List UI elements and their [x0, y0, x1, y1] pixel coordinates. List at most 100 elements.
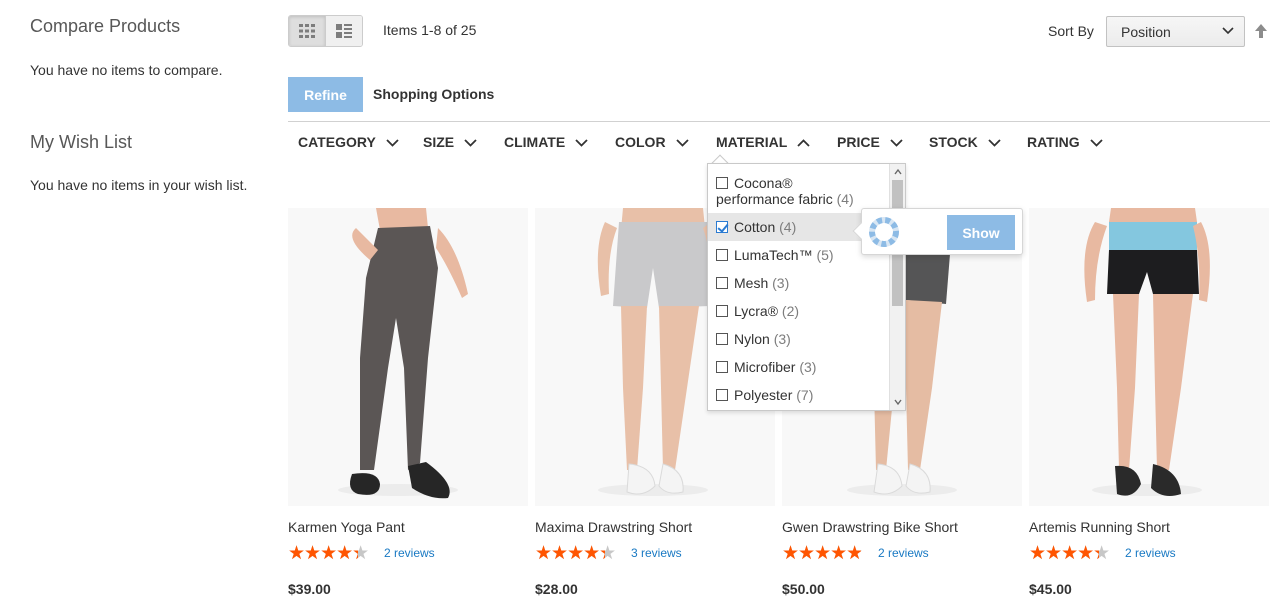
product-image[interactable]: [1029, 208, 1269, 506]
grid-view-button[interactable]: [289, 16, 325, 46]
sort-by-label: Sort By: [1048, 23, 1094, 39]
product-price: $50.00: [782, 581, 825, 597]
material-option-lycra[interactable]: Lycra® (2): [716, 303, 799, 319]
scroll-up-icon[interactable]: [893, 167, 903, 177]
checkbox[interactable]: [716, 389, 728, 401]
chevron-down-icon: [890, 139, 903, 147]
option-label: Cocona®: [734, 175, 793, 191]
option-count: (4): [836, 191, 854, 207]
product-price: $28.00: [535, 581, 578, 597]
product-rating: ★★★★★ ★★★★★ 3 reviews: [535, 544, 682, 562]
filter-tab-label: MATERIAL: [716, 134, 788, 150]
star-icons-filled: ★★★★★: [288, 544, 358, 562]
option-label: Nylon: [734, 331, 770, 347]
refine-button[interactable]: Refine: [288, 77, 363, 112]
option-count: (3): [772, 275, 790, 291]
chevron-down-icon: [675, 139, 689, 147]
list-view-icon: [336, 24, 352, 38]
checkbox[interactable]: [716, 177, 728, 189]
loading-spinner-icon: [869, 217, 899, 247]
arrow-up-icon[interactable]: [1254, 23, 1268, 39]
rating-stars: ★★★★★ ★★★★★: [288, 544, 376, 562]
product-photo: [1084, 208, 1210, 496]
option-label: Lycra®: [734, 303, 779, 319]
product-price: $45.00: [1029, 581, 1072, 597]
option-label: Mesh: [734, 275, 769, 291]
checkbox[interactable]: [716, 333, 728, 345]
material-option-lumatech[interactable]: LumaTech™ (5): [716, 247, 834, 263]
filter-tab-label: COLOR: [615, 134, 666, 150]
material-option-nylon[interactable]: Nylon (3): [716, 331, 791, 347]
filter-tab-label: SIZE: [423, 134, 455, 150]
sort-by-value: Position: [1121, 24, 1171, 40]
reviews-link[interactable]: 2 reviews: [384, 546, 435, 560]
filter-tab-label: PRICE: [837, 134, 880, 150]
option-label: Cotton: [734, 219, 776, 235]
filter-tab-rating[interactable]: RATING: [1027, 134, 1103, 150]
checkbox[interactable]: [716, 277, 728, 289]
option-label: Polyester: [734, 387, 793, 403]
material-option-microfiber[interactable]: Microfiber (3): [716, 359, 816, 375]
list-view-button[interactable]: [325, 16, 362, 46]
filter-tab-category[interactable]: CATEGORY: [298, 134, 399, 150]
filter-tab-size[interactable]: SIZE: [423, 134, 477, 150]
filter-divider: [288, 121, 1270, 122]
filter-tab-label: STOCK: [929, 134, 978, 150]
product-name-link[interactable]: Karmen Yoga Pant: [288, 519, 405, 535]
rating-stars: ★★★★★ ★★★★★: [782, 544, 870, 562]
scroll-down-icon[interactable]: [893, 397, 903, 407]
wishlist-empty-message: You have no items in your wish list.: [30, 177, 248, 193]
filter-tab-price[interactable]: PRICE: [837, 134, 903, 150]
product-name-link[interactable]: Maxima Drawstring Short: [535, 519, 692, 535]
star-icons-filled: ★★★★★: [1029, 544, 1099, 562]
option-count: (7): [796, 387, 814, 403]
filter-tab-label: CLIMATE: [504, 134, 566, 150]
checkbox[interactable]: [716, 249, 728, 261]
chevron-down-icon: [575, 139, 588, 147]
material-option-cocona[interactable]: Cocona® performance fabric (4): [716, 175, 854, 207]
compare-products-title: Compare Products: [30, 16, 181, 36]
view-mode-switcher: [288, 15, 363, 47]
product-name-link[interactable]: Gwen Drawstring Bike Short: [782, 519, 958, 535]
filter-tab-material[interactable]: MATERIAL: [716, 134, 810, 150]
product-item: Artemis Running Short ★★★★★ ★★★★★ 2 revi…: [1029, 208, 1269, 597]
checkbox[interactable]: [716, 361, 728, 373]
filter-tab-color[interactable]: COLOR: [615, 134, 689, 150]
filter-tab-label: CATEGORY: [298, 134, 376, 150]
material-option-polyester[interactable]: Polyester (7): [716, 387, 813, 403]
filter-tab-label: RATING: [1027, 134, 1080, 150]
chevron-down-icon: [1222, 27, 1234, 35]
product-price: $39.00: [288, 581, 331, 597]
material-filter-dropdown[interactable]: Cocona® performance fabric (4) Cotton (4…: [707, 163, 906, 411]
option-label-continued: performance fabric: [716, 191, 833, 207]
checkbox-checked[interactable]: [716, 221, 728, 233]
product-rating: ★★★★★ ★★★★★ 2 reviews: [288, 544, 435, 562]
apply-filter-popup: Show: [861, 208, 1023, 255]
product-photo: [338, 208, 468, 499]
option-count: (5): [816, 247, 834, 263]
compare-empty-message: You have no items to compare.: [30, 62, 223, 78]
chevron-down-icon: [464, 139, 477, 147]
reviews-link[interactable]: 2 reviews: [878, 546, 929, 560]
material-option-mesh[interactable]: Mesh (3): [716, 275, 789, 291]
option-label: Microfiber: [734, 359, 796, 375]
rating-stars: ★★★★★ ★★★★★: [1029, 544, 1117, 562]
option-count: (3): [773, 331, 791, 347]
reviews-link[interactable]: 2 reviews: [1125, 546, 1176, 560]
option-count: (2): [781, 303, 800, 319]
rating-stars: ★★★★★ ★★★★★: [535, 544, 623, 562]
dropdown-scrollbar[interactable]: [889, 164, 905, 410]
product-item: Karmen Yoga Pant ★★★★★ ★★★★★ 2 reviews $…: [288, 208, 528, 597]
product-image[interactable]: [288, 208, 528, 506]
filter-tab-stock[interactable]: STOCK: [929, 134, 1001, 150]
toolbar-amount: Items 1-8 of 25: [383, 22, 477, 38]
filter-tab-climate[interactable]: CLIMATE: [504, 134, 588, 150]
option-label: LumaTech™: [734, 247, 813, 263]
product-name-link[interactable]: Artemis Running Short: [1029, 519, 1170, 535]
option-count: (4): [779, 219, 797, 235]
show-button[interactable]: Show: [947, 215, 1015, 250]
star-icons-filled: ★★★★★: [782, 544, 862, 562]
checkbox[interactable]: [716, 305, 728, 317]
reviews-link[interactable]: 3 reviews: [631, 546, 682, 560]
sort-by-select[interactable]: Position: [1106, 16, 1245, 47]
